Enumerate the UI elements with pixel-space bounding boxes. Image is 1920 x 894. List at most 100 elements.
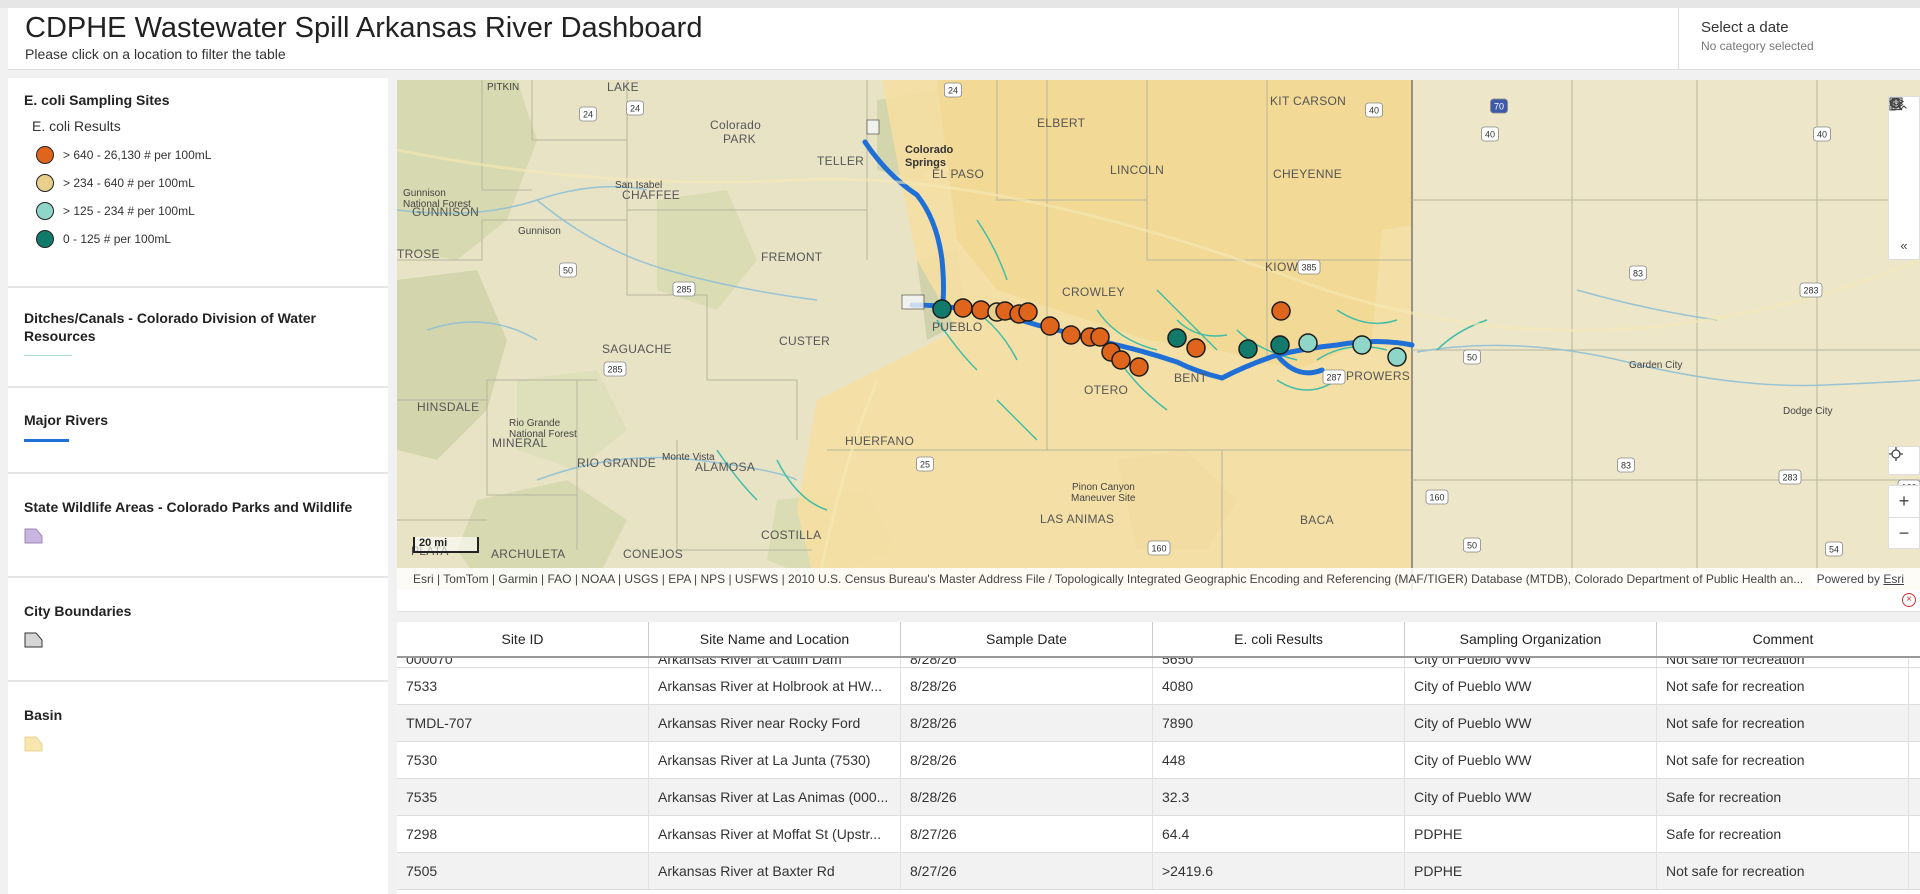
table-cell: Arkansas River at Catlin Dam: [649, 658, 901, 667]
table-cell: 8/28/26: [901, 779, 1153, 815]
ditch-line-icon: [24, 355, 72, 356]
table-cell: 4080: [1153, 668, 1405, 704]
table-cell: 7533: [397, 668, 649, 704]
sampling-site-marker[interactable]: [932, 299, 952, 319]
table-cell: 8/27/26: [901, 816, 1153, 852]
tan-dot-icon: [36, 174, 54, 192]
zoom-out-button[interactable]: −: [1889, 517, 1919, 548]
legend-ecoli-title: E. coli Sampling Sites: [24, 92, 170, 108]
expand-panel-icon[interactable]: «: [1889, 232, 1919, 259]
clear-filter-icon[interactable]: ×: [1902, 593, 1916, 607]
legend-ditches: Ditches/Canals - Colorado Division of Wa…: [8, 288, 388, 388]
column-header[interactable]: Comment: [1657, 622, 1909, 656]
page-subtitle: Please click on a location to filter the…: [25, 46, 286, 62]
legend-wildlife-title: State Wildlife Areas - Colorado Parks an…: [24, 499, 353, 515]
basin-polygon-icon: [24, 736, 43, 752]
search-icon[interactable]: [1889, 97, 1919, 151]
legend-panel: E. coli Sampling Sites E. coli Results >…: [8, 78, 388, 894]
dashboard-header: CDPHE Wastewater Spill Arkansas River Da…: [8, 8, 1920, 70]
table-row[interactable]: 7533 Arkansas River at Holbrook at HW...…: [397, 668, 1920, 705]
sampling-site-marker[interactable]: [1167, 328, 1187, 348]
table-cell: 7530: [397, 742, 649, 778]
sampling-site-marker[interactable]: [1387, 347, 1407, 367]
table-cell: Arkansas River at Moffat St (Upstr...: [649, 816, 901, 852]
home-icon[interactable]: [1889, 97, 1919, 178]
legend-basin: Basin: [8, 682, 388, 882]
sampling-site-marker[interactable]: [1238, 339, 1258, 359]
table-cell: 8/27/26: [901, 853, 1153, 889]
sampling-site-marker[interactable]: [1129, 357, 1149, 377]
sampling-site-marker[interactable]: [1186, 338, 1206, 358]
sampling-site-markers: [932, 298, 1407, 377]
table-row[interactable]: 7505 Arkansas River at Baxter Rd 8/27/26…: [397, 853, 1920, 890]
date-selector-value: No category selected: [1701, 39, 1814, 53]
table-cell: >2419.6: [1153, 853, 1405, 889]
legend-item-label: 0 - 125 # per 100mL: [63, 232, 172, 246]
city-polygon-icon: [24, 632, 43, 648]
esri-link[interactable]: Esri: [1883, 572, 1904, 586]
legend-ecoli-subtitle: E. coli Results: [32, 118, 121, 134]
sampling-site-marker[interactable]: [971, 300, 991, 320]
qr-icon[interactable]: [1889, 97, 1919, 232]
legend-item: > 125 - 234 # per 100mL: [24, 197, 372, 225]
powered-by-label: Powered by: [1816, 572, 1880, 586]
legend-item-label: > 640 - 26,130 # per 100mL: [63, 148, 212, 162]
table-cell: 8/28/26: [901, 705, 1153, 741]
table-cell: Not safe for recreation: [1657, 853, 1909, 889]
table-row[interactable]: 7535 Arkansas River at Las Animas (000..…: [397, 779, 1920, 816]
sampling-site-marker[interactable]: [1040, 316, 1060, 336]
legend-city-title: City Boundaries: [24, 603, 132, 619]
table-cell: City of Pueblo WW: [1405, 705, 1657, 741]
column-header[interactable]: E. coli Results: [1153, 622, 1405, 656]
table-cell: Safe for recreation: [1657, 816, 1909, 852]
sampling-site-marker[interactable]: [953, 298, 973, 318]
table-cell: City of Pueblo WW: [1405, 742, 1657, 778]
dark-teal-dot-icon: [36, 230, 54, 248]
date-selector[interactable]: Select a date No category selected: [1678, 8, 1920, 70]
sampling-site-marker[interactable]: [1061, 325, 1081, 345]
table-cell: 8/28/26: [901, 668, 1153, 704]
table-cell: 7535: [397, 779, 649, 815]
table-cell: 448: [1153, 742, 1405, 778]
table-cell: Arkansas River near Rocky Ford: [649, 705, 901, 741]
powered-by: Powered by Esri: [1810, 572, 1904, 586]
table-cell: Not safe for recreation: [1657, 658, 1909, 667]
results-table: Site ID Site Name and Location Sample Da…: [397, 622, 1920, 894]
table-cell: Safe for recreation: [1657, 779, 1909, 815]
sampling-site-marker[interactable]: [1352, 335, 1372, 355]
zoom-in-button[interactable]: +: [1889, 486, 1919, 517]
column-header[interactable]: Sample Date: [901, 622, 1153, 656]
column-header[interactable]: Site ID: [397, 622, 649, 656]
legend-item-label: > 125 - 234 # per 100mL: [63, 204, 195, 218]
table-row[interactable]: 7530 Arkansas River at La Junta (7530) 8…: [397, 742, 1920, 779]
table-cell: City of Pueblo WW: [1405, 779, 1657, 815]
layers-icon[interactable]: [1889, 97, 1919, 205]
table-cell: PDPHE: [1405, 853, 1657, 889]
table-cell: Arkansas River at Las Animas (000...: [649, 779, 901, 815]
sampling-site-marker[interactable]: [1090, 327, 1110, 347]
table-cell: 8/28/26: [901, 658, 1153, 667]
legend-item: > 234 - 640 # per 100mL: [24, 169, 372, 197]
locate-icon[interactable]: [1889, 447, 1919, 474]
sampling-site-marker[interactable]: [1271, 301, 1291, 321]
map-view[interactable]: PITKIN LAKE Colorado PARK TELLER Colorad…: [397, 80, 1920, 592]
sampling-site-marker[interactable]: [1298, 333, 1318, 353]
sampling-site-marker[interactable]: [1270, 335, 1290, 355]
column-header[interactable]: Sampling Organization: [1405, 622, 1657, 656]
table-row[interactable]: 000070 Arkansas River at Catlin Dam 8/28…: [397, 658, 1920, 668]
table-row[interactable]: TMDL-707 Arkansas River near Rocky Ford …: [397, 705, 1920, 742]
table-cell: 000070: [397, 658, 649, 667]
sampling-site-marker[interactable]: [1111, 350, 1131, 370]
scale-bar: 20 mi: [413, 537, 479, 553]
locate-control: [1888, 446, 1920, 475]
sampling-site-marker[interactable]: [1018, 302, 1038, 322]
table-cell: 32.3: [1153, 779, 1405, 815]
column-header[interactable]: Site Name and Location: [649, 622, 901, 656]
legend-item: 0 - 125 # per 100mL: [24, 225, 372, 253]
table-row[interactable]: 7298 Arkansas River at Moffat St (Upstr.…: [397, 816, 1920, 853]
table-cell: Arkansas River at Holbrook at HW...: [649, 668, 901, 704]
legend-item: > 640 - 26,130 # per 100mL: [24, 141, 372, 169]
table-cell: City of Pueblo WW: [1405, 658, 1657, 667]
table-cell: 64.4: [1153, 816, 1405, 852]
zoom-control: + −: [1888, 485, 1920, 549]
